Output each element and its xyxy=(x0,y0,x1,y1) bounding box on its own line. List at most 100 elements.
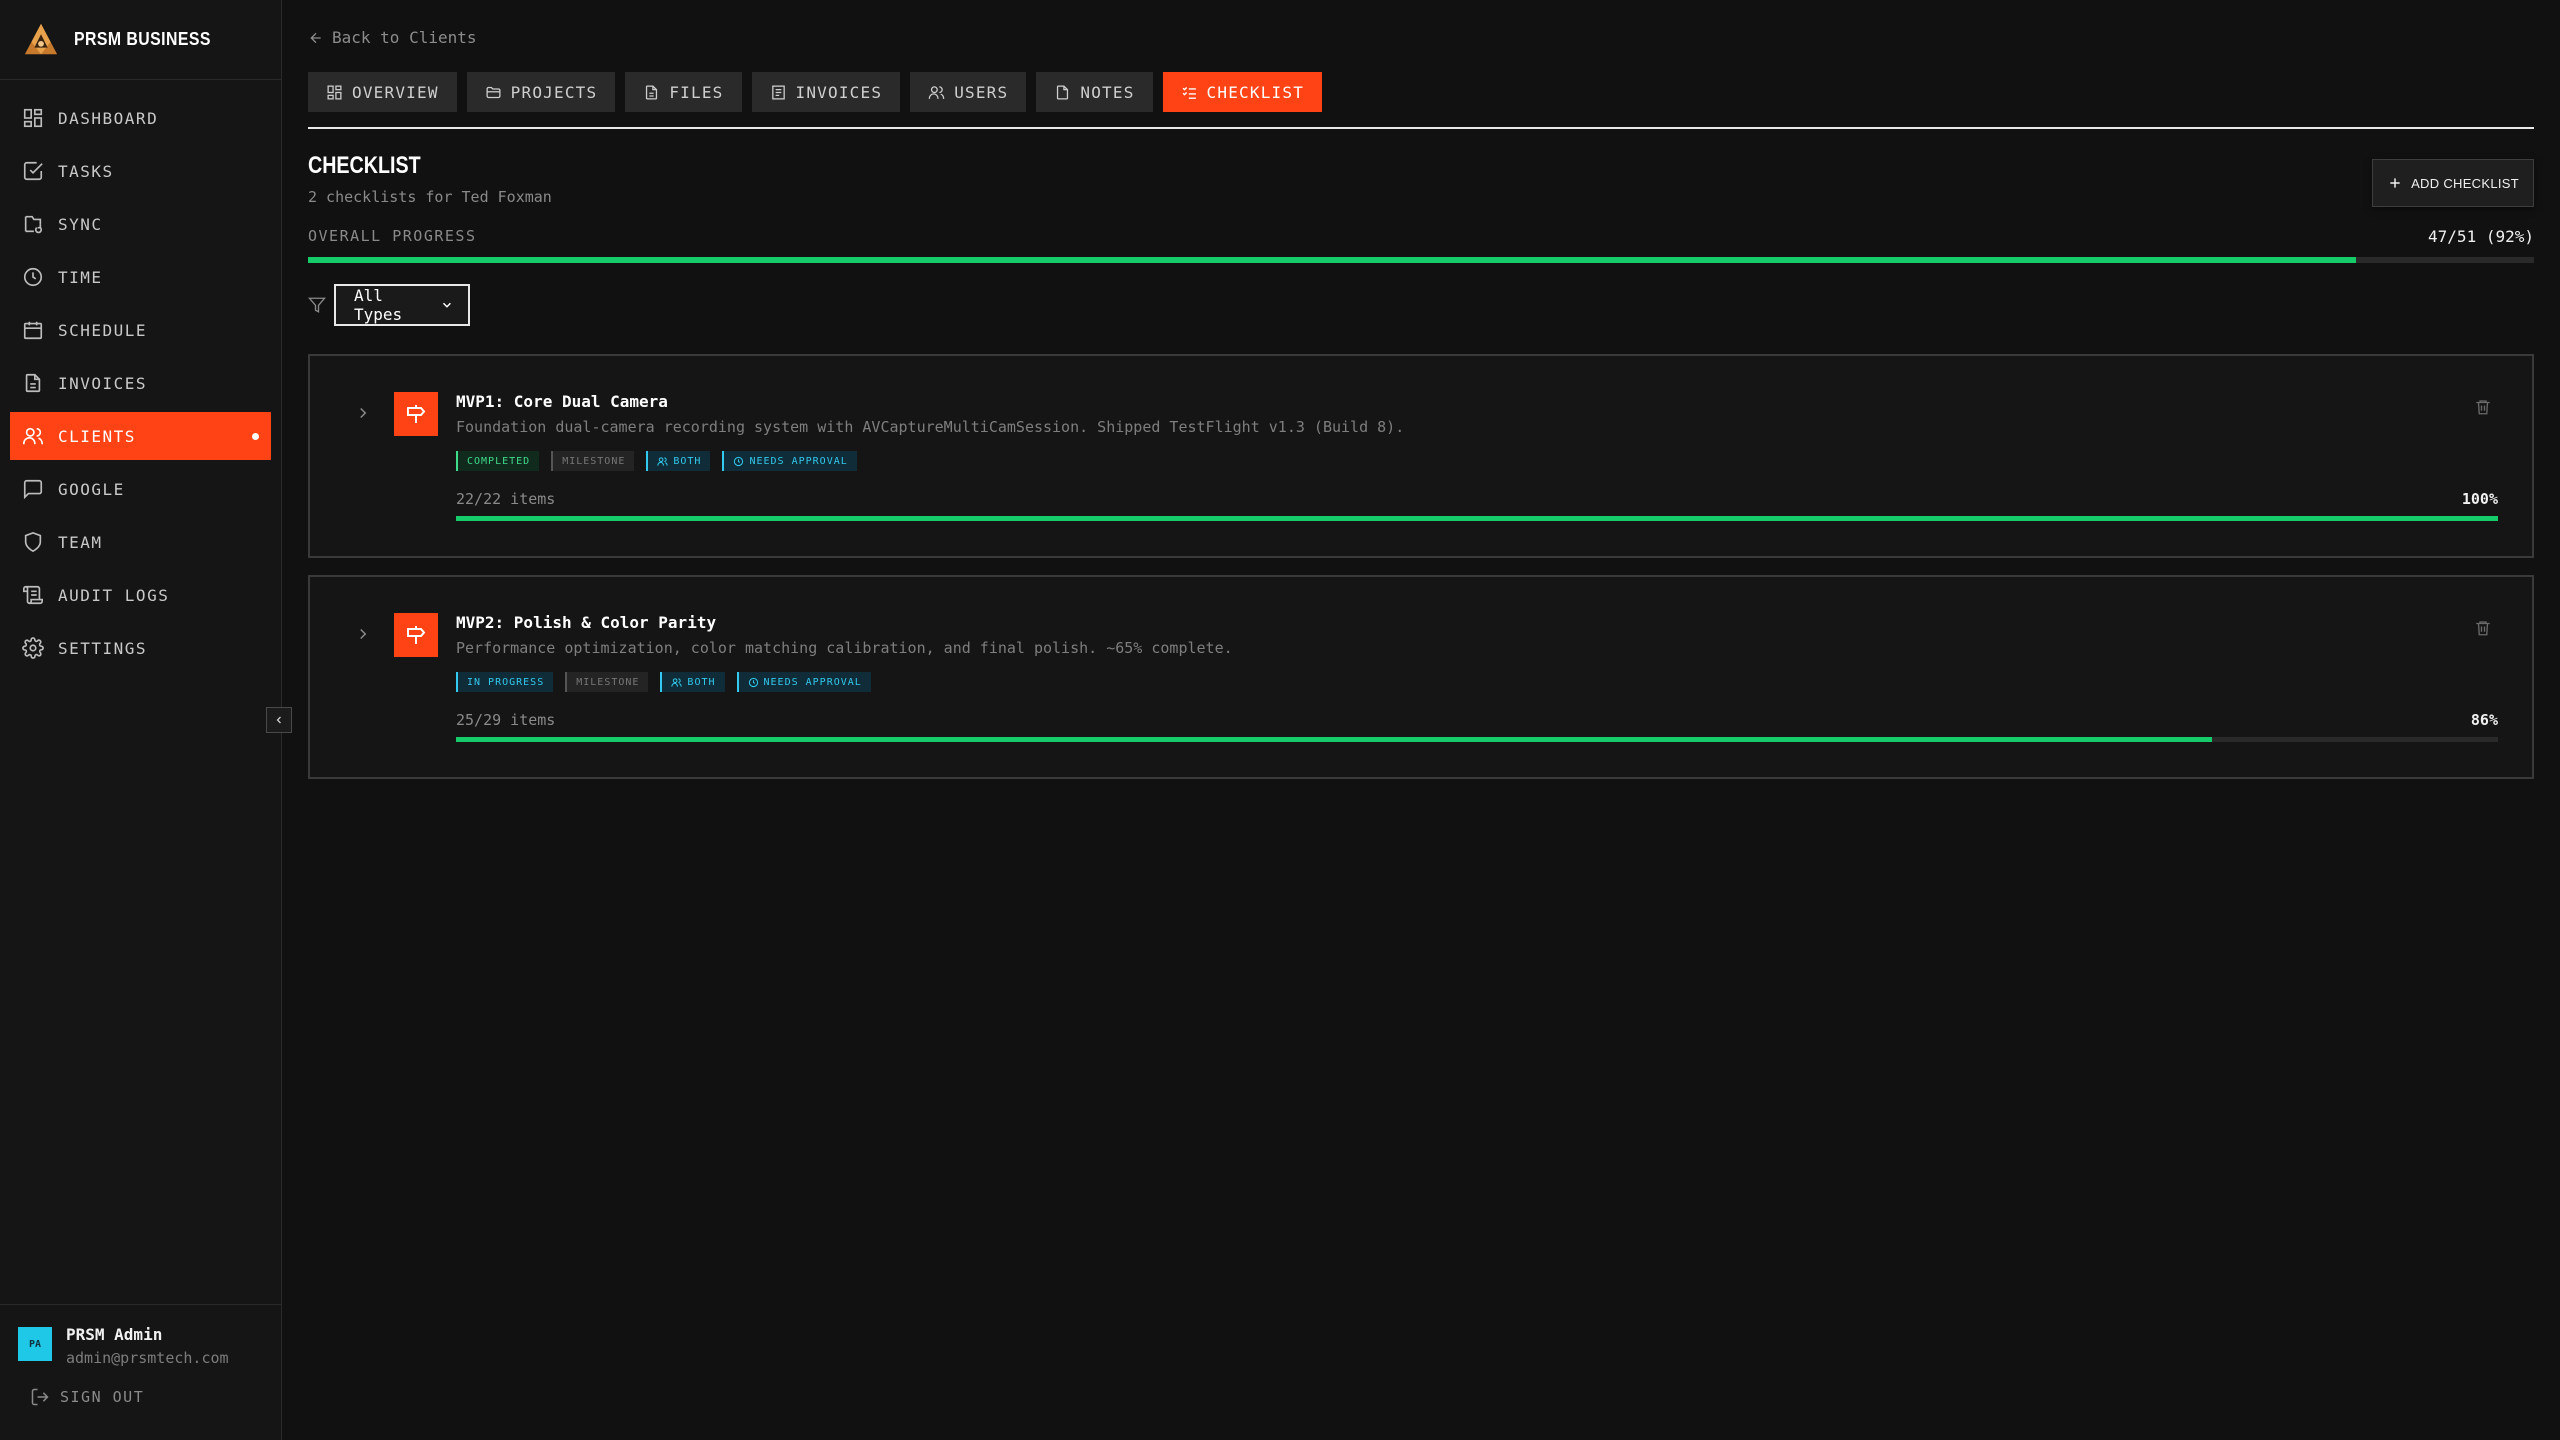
status-badge: COMPLETED xyxy=(456,451,540,471)
checklist-percent: 100% xyxy=(2461,490,2498,508)
sidebar-item-settings[interactable]: SETTINGS xyxy=(10,624,271,672)
audience-badge: BOTH xyxy=(660,672,725,692)
add-checklist-label: ADD CHECKLIST xyxy=(2411,175,2519,191)
tab-invoices[interactable]: INVOICES xyxy=(751,72,901,112)
checklist-card[interactable]: MVP2: Polish & Color Parity Performance … xyxy=(308,575,2534,779)
sign-out-button[interactable]: SIGN OUT xyxy=(30,1387,144,1407)
sidebar-item-label: DASHBOARD xyxy=(58,108,159,128)
users-icon xyxy=(928,85,945,99)
main-content: Back to Clients OVERVIEW PROJECTS FILES … xyxy=(308,0,2534,1440)
tab-projects[interactable]: PROJECTS xyxy=(466,72,616,112)
tab-files[interactable]: FILES xyxy=(625,72,742,112)
chevron-right-icon[interactable] xyxy=(354,625,372,643)
checklist-progress-fill xyxy=(456,516,2498,521)
sidebar-item-schedule[interactable]: SCHEDULE xyxy=(10,306,271,354)
sidebar: PRSM BUSINESS DASHBOARD TASKS SYNC TIME … xyxy=(0,0,282,1440)
tab-checklist[interactable]: CHECKLIST xyxy=(1162,72,1323,112)
type-badge: MILESTONE xyxy=(565,672,649,692)
sidebar-item-label: SCHEDULE xyxy=(58,320,148,340)
sidebar-item-tasks[interactable]: TASKS xyxy=(10,147,271,195)
audience-label: BOTH xyxy=(687,676,716,688)
clock-icon xyxy=(748,677,758,687)
back-to-clients-link[interactable]: Back to Clients xyxy=(308,28,477,47)
overall-progress-fill xyxy=(308,257,2356,263)
tab-users[interactable]: USERS xyxy=(910,72,1027,112)
checklist-item-count: 22/22 items xyxy=(456,490,556,508)
avatar[interactable]: PA xyxy=(18,1327,52,1361)
grid-icon xyxy=(327,84,342,100)
sidebar-item-invoices[interactable]: INVOICES xyxy=(10,359,271,407)
checklist-badges: IN PROGRESS MILESTONE BOTH NEEDS APPROVA… xyxy=(456,672,883,692)
chevron-down-icon xyxy=(443,302,452,308)
checklist-title: MVP2: Polish & Color Parity xyxy=(456,613,717,632)
audience-label: BOTH xyxy=(673,455,702,467)
sidebar-item-google[interactable]: GOOGLE xyxy=(10,465,271,513)
sync-icon xyxy=(24,215,43,234)
users-icon xyxy=(657,456,668,466)
tab-notes[interactable]: NOTES xyxy=(1036,72,1153,112)
clock-icon xyxy=(734,456,744,466)
sidebar-item-audit-logs[interactable]: AUDIT LOGS xyxy=(10,571,271,619)
trash-icon[interactable] xyxy=(2474,619,2492,637)
add-checklist-button[interactable]: ADD CHECKLIST xyxy=(2372,159,2534,207)
trash-icon[interactable] xyxy=(2474,398,2492,416)
tab-label: NOTES xyxy=(1080,82,1135,102)
active-indicator-dot xyxy=(252,433,259,440)
sidebar-item-label: TASKS xyxy=(58,161,114,181)
sidebar-item-label: TEAM xyxy=(58,532,103,552)
chevron-right-icon[interactable] xyxy=(354,404,372,422)
type-filter-select[interactable]: All Types xyxy=(334,284,470,326)
tabs-divider xyxy=(308,127,2534,129)
user-block: PA PRSM Admin admin@prsmtech.com SIGN OU… xyxy=(0,1304,282,1440)
overall-progress-value: 47/51 (92%) xyxy=(2428,227,2534,246)
status-badge: IN PROGRESS xyxy=(456,672,554,692)
page-title: CHECKLIST xyxy=(308,152,421,179)
shield-icon xyxy=(24,531,42,553)
page-subtitle: 2 checklists for Ted Foxman xyxy=(308,188,552,206)
approval-label: NEEDS APPROVAL xyxy=(763,676,862,688)
back-label: Back to Clients xyxy=(332,28,477,47)
checklist-progress-bar xyxy=(456,516,2498,521)
milestone-icon xyxy=(394,392,438,436)
sidebar-item-team[interactable]: TEAM xyxy=(10,518,271,566)
plus-icon xyxy=(2390,178,2400,188)
gear-icon xyxy=(22,637,44,659)
users-icon xyxy=(23,427,43,445)
chat-icon xyxy=(23,479,43,500)
type-badge: MILESTONE xyxy=(551,451,635,471)
prsm-logo-icon xyxy=(24,23,58,54)
sidebar-item-sync[interactable]: SYNC xyxy=(10,200,271,248)
sidebar-nav: DASHBOARD TASKS SYNC TIME SCHEDULE INVOI… xyxy=(0,80,281,672)
checklist-icon xyxy=(1182,86,1196,99)
filter-icon xyxy=(308,297,326,313)
sidebar-item-label: SYNC xyxy=(58,214,103,234)
checklist-title: MVP1: Core Dual Camera xyxy=(456,392,668,411)
tab-label: FILES xyxy=(669,82,724,102)
brand[interactable]: PRSM BUSINESS xyxy=(0,0,281,80)
approval-badge: NEEDS APPROVAL xyxy=(736,672,871,692)
checklist-description: Foundation dual-camera recording system … xyxy=(456,418,1405,436)
checklist-percent: 86% xyxy=(2470,711,2498,729)
sidebar-item-clients[interactable]: CLIENTS xyxy=(10,412,271,460)
sidebar-item-time[interactable]: TIME xyxy=(10,253,271,301)
checklist-description: Performance optimization, color matching… xyxy=(456,639,1233,657)
client-tabs: OVERVIEW PROJECTS FILES INVOICES USERS N… xyxy=(308,72,1332,112)
milestone-icon xyxy=(394,613,438,657)
brand-name: PRSM BUSINESS xyxy=(74,29,211,49)
approval-badge: NEEDS APPROVAL xyxy=(722,451,857,471)
type-filter: All Types xyxy=(308,284,470,326)
checklist-card[interactable]: MVP1: Core Dual Camera Foundation dual-c… xyxy=(308,354,2534,558)
scroll-icon xyxy=(23,585,43,605)
approval-label: NEEDS APPROVAL xyxy=(749,455,848,467)
tab-overview[interactable]: OVERVIEW xyxy=(308,72,457,112)
sidebar-item-dashboard[interactable]: DASHBOARD xyxy=(10,94,271,142)
sidebar-item-label: GOOGLE xyxy=(58,479,125,499)
clock-icon xyxy=(23,267,43,287)
users-icon xyxy=(671,677,683,687)
sidebar-item-label: INVOICES xyxy=(58,373,148,393)
tab-label: INVOICES xyxy=(795,82,883,102)
type-filter-value: All Types xyxy=(354,286,403,324)
arrow-left-icon xyxy=(310,32,321,43)
collapse-sidebar-button[interactable] xyxy=(266,707,292,733)
overall-progress-bar xyxy=(308,257,2534,263)
